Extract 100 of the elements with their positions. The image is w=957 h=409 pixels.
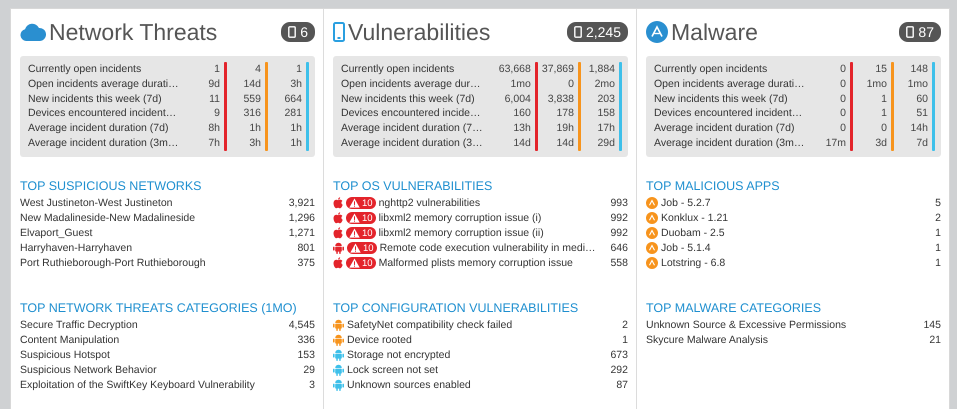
item-label: Lock screen not set <box>347 364 440 376</box>
item-count: 673 <box>610 349 628 362</box>
stat-value: 14d <box>242 76 261 92</box>
stat-value: 0 <box>839 106 846 122</box>
stat-value: 9 <box>213 106 220 122</box>
item-count: 2 <box>935 212 941 224</box>
item-count: 992 <box>610 212 628 224</box>
stat-label: Currently open incidents <box>341 62 456 77</box>
stat-value: 1 <box>295 62 302 77</box>
item-count: 1 <box>935 227 941 240</box>
item-label: New Madalineside-New Madalineside <box>20 212 196 224</box>
stat-label: Devices encountered incident… <box>28 106 178 122</box>
stat-label: New incidents this week (7d) <box>341 92 476 106</box>
item-label: Exploitation of the SwiftKey Keyboard Vulnerability <box>20 379 256 392</box>
stat-value: 17h <box>596 121 615 136</box>
phone-icon <box>574 26 582 38</box>
severity-score: 10 <box>362 258 373 269</box>
item-count: 336 <box>297 334 315 346</box>
item-label: Secure Traffic Decryption <box>20 319 139 332</box>
stat-value: 60 <box>915 92 928 106</box>
apple-icon <box>333 257 343 270</box>
stat-value: 178 <box>555 106 574 122</box>
stat-value: 1h <box>248 121 261 136</box>
item-label: libxml2 memory corruption issue (ii) <box>378 227 545 240</box>
stat-value: 14d <box>555 136 574 151</box>
section-title: TOP SUSPICIOUS NETWORKS <box>20 178 203 195</box>
item-count: 558 <box>610 257 628 270</box>
stat-value: 6,004 <box>504 92 531 106</box>
stat-label: Open incidents average durati… <box>654 76 806 92</box>
item-count: 992 <box>610 227 628 240</box>
stat-value: 1 <box>880 92 887 106</box>
stat-value: 3d <box>874 136 887 151</box>
stat-value: 1 <box>213 62 220 77</box>
item-count: 1,271 <box>288 227 315 240</box>
stat-value: 15 <box>874 62 887 77</box>
item-label: Suspicious Hotspot <box>20 349 111 362</box>
stat-value: 1h <box>289 136 302 151</box>
item-count: 4,545 <box>288 319 315 332</box>
stat-value: 14d <box>512 136 531 151</box>
stat-value: 0 <box>839 121 846 136</box>
stat-label: New incidents this week (7d) <box>654 92 789 106</box>
severity-score: 10 <box>362 198 373 209</box>
stat-value: 559 <box>242 92 261 106</box>
item-count: 153 <box>297 349 315 362</box>
item-label: Lotstring - 6.8 <box>661 257 726 270</box>
stat-value: 1,884 <box>588 62 615 77</box>
stat-value: 13h <box>512 121 531 136</box>
stat-value: 3h <box>289 76 302 92</box>
item-count: 1 <box>935 257 941 270</box>
item-label: Elvaport_Guest <box>20 227 94 240</box>
stat-value: 19h <box>555 121 574 136</box>
stat-value: 203 <box>596 92 615 106</box>
apple-icon <box>333 197 343 210</box>
stat-value: 29d <box>596 136 615 151</box>
stat-value: 1 <box>880 106 887 122</box>
stat-value: 14h <box>909 121 928 136</box>
panel-title: Malware <box>671 18 759 46</box>
item-label: Storage not encrypted <box>347 349 452 362</box>
stat-label: Average incident duration (3m… <box>654 136 806 151</box>
stat-value: 63,668 <box>498 62 531 77</box>
stat-value: 0 <box>880 121 887 136</box>
item-count: 375 <box>297 257 315 270</box>
stat-value: 1h <box>289 121 302 136</box>
app-icon <box>646 242 658 254</box>
item-count: 3,921 <box>288 197 315 210</box>
item-label: nghttp2 vulnerabilities <box>378 197 482 210</box>
device-count: 87 <box>918 24 934 40</box>
app-icon <box>646 212 658 224</box>
phone-icon <box>333 22 345 42</box>
item-label: Unknown Source & Excessive Permissions <box>646 319 848 332</box>
severity-score: 10 <box>362 228 373 239</box>
stat-value: 160 <box>512 106 531 122</box>
item-count: 145 <box>923 319 941 332</box>
item-label: Skycure Malware Analysis <box>646 334 769 346</box>
stat-value: 1mo <box>866 76 887 92</box>
stat-value: 9d <box>207 76 220 92</box>
stat-value: 1mo <box>509 76 531 92</box>
stat-value: 8h <box>207 121 220 136</box>
item-label: Harryhaven-Harryhaven <box>20 242 134 254</box>
section-title: TOP OS VULNERABILITIES <box>333 178 494 195</box>
item-label: Duobam - 2.5 <box>661 227 726 240</box>
stat-label: Open incidents average durati… <box>28 76 180 92</box>
item-label: Unknown sources enabled <box>347 379 472 392</box>
item-count: 2 <box>622 319 628 332</box>
stat-value: 7h <box>207 136 220 151</box>
item-count: 292 <box>610 364 628 376</box>
apple-icon <box>333 227 343 240</box>
stat-label: Currently open incidents <box>654 62 768 77</box>
item-label: Konklux - 1.21 <box>661 212 730 224</box>
section-title: TOP NETWORK THREATS CATEGORIES (1MO) <box>20 300 298 317</box>
panel-title: Network Threats <box>49 18 218 46</box>
item-count: 646 <box>610 242 628 254</box>
stat-label: Average incident duration (3m… <box>28 136 180 151</box>
cloud-icon <box>20 23 46 41</box>
item-count: 1 <box>622 334 628 346</box>
item-count: 3 <box>309 379 315 392</box>
stat-value: 3,838 <box>546 92 574 106</box>
stat-label: New incidents this week (7d) <box>28 92 163 106</box>
stat-label: Devices encountered incide… <box>341 106 482 122</box>
item-count: 801 <box>297 242 315 254</box>
